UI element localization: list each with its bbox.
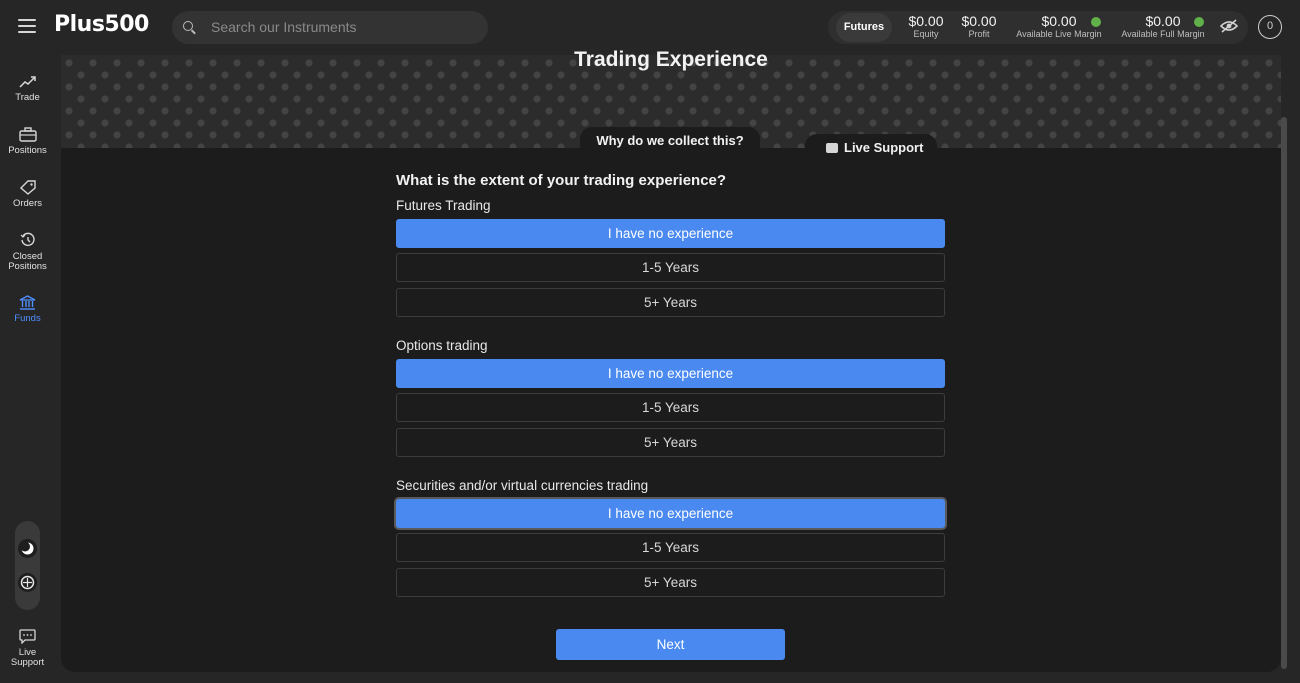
group-label-futures: Futures Trading (396, 198, 491, 213)
group-label-options: Options trading (396, 338, 488, 353)
chat-icon (826, 143, 838, 153)
option-options-1-5-years[interactable]: 1-5 Years (396, 393, 945, 422)
hide-balance-icon[interactable] (1220, 19, 1238, 33)
live-support-button[interactable]: Live Support (805, 134, 937, 161)
sidebar-item-label-line2: Support (10, 657, 45, 668)
sidebar-item-label: Trade (15, 92, 40, 103)
option-futures-5-plus-years[interactable]: 5+ Years (396, 288, 945, 317)
profit-stat: $0.00 Profit (959, 14, 999, 40)
bank-icon (19, 295, 36, 310)
option-securities-1-5-years[interactable]: 1-5 Years (396, 533, 945, 562)
option-securities-5-plus-years[interactable]: 5+ Years (396, 568, 945, 597)
futures-button[interactable]: Futures (836, 13, 892, 42)
page-title: Trading Experience (574, 48, 768, 71)
equity-value: $0.00 (908, 13, 944, 29)
menu-icon[interactable] (18, 19, 36, 35)
live-margin-status-icon (1091, 17, 1101, 27)
option-options-5-plus-years[interactable]: 5+ Years (396, 428, 945, 457)
profit-value: $0.00 (961, 13, 997, 29)
sidebar-item-label-line2: Positions (8, 261, 47, 272)
live-support-label: Live Support (844, 140, 924, 155)
next-button[interactable]: Next (556, 629, 785, 660)
sidebar-item-closed-positions[interactable]: Closed Positions (0, 232, 55, 272)
profile-avatar[interactable]: 0 (1258, 15, 1282, 39)
search-input[interactable] (211, 17, 471, 37)
dark-mode-icon[interactable] (18, 539, 37, 558)
option-futures-1-5-years[interactable]: 1-5 Years (396, 253, 945, 282)
history-icon (20, 232, 35, 246)
sidebar-item-orders[interactable]: Orders (0, 180, 55, 209)
sidebar-item-trade[interactable]: Trade (0, 75, 55, 103)
chat-icon (19, 629, 36, 644)
option-securities-no-experience[interactable]: I have no experience (396, 499, 945, 528)
equity-stat: $0.00 Equity (906, 14, 946, 40)
theme-style-icon[interactable] (18, 573, 37, 592)
sidebar-item-label: Orders (12, 198, 43, 209)
live-margin-label: Available Live Margin (1016, 29, 1102, 39)
scrollbar[interactable] (1281, 117, 1287, 669)
option-options-no-experience[interactable]: I have no experience (396, 359, 945, 388)
equity-label: Equity (913, 29, 939, 39)
full-margin-status-icon (1194, 17, 1204, 27)
sidebar-item-label: Positions (8, 145, 47, 156)
sidebar-item-positions[interactable]: Positions (0, 127, 55, 156)
tag-icon (19, 180, 36, 195)
profit-label: Profit (968, 29, 990, 39)
sidebar: Trade Positions Orders Closed Positions (0, 55, 55, 683)
why-collect-tab[interactable]: Why do we collect this? (580, 127, 760, 157)
sidebar-item-label: Funds (14, 313, 41, 324)
sidebar-item-funds[interactable]: Funds (0, 295, 55, 324)
search-icon (183, 21, 193, 31)
briefcase-icon (18, 127, 37, 142)
search-bar[interactable] (172, 11, 488, 44)
trend-up-icon (18, 76, 36, 88)
top-bar: Plus500 Futures $0.00 Equity $0.00 Profi… (0, 0, 1300, 55)
theme-switcher (15, 521, 40, 610)
group-label-securities: Securities and/or virtual currencies tra… (396, 478, 649, 493)
full-margin-label: Available Full Margin (1121, 29, 1205, 39)
option-futures-no-experience[interactable]: I have no experience (396, 219, 945, 248)
question-heading: What is the extent of your trading exper… (396, 172, 727, 189)
sidebar-item-live-support[interactable]: Live Support (0, 629, 55, 668)
logo: Plus500 (54, 12, 149, 37)
